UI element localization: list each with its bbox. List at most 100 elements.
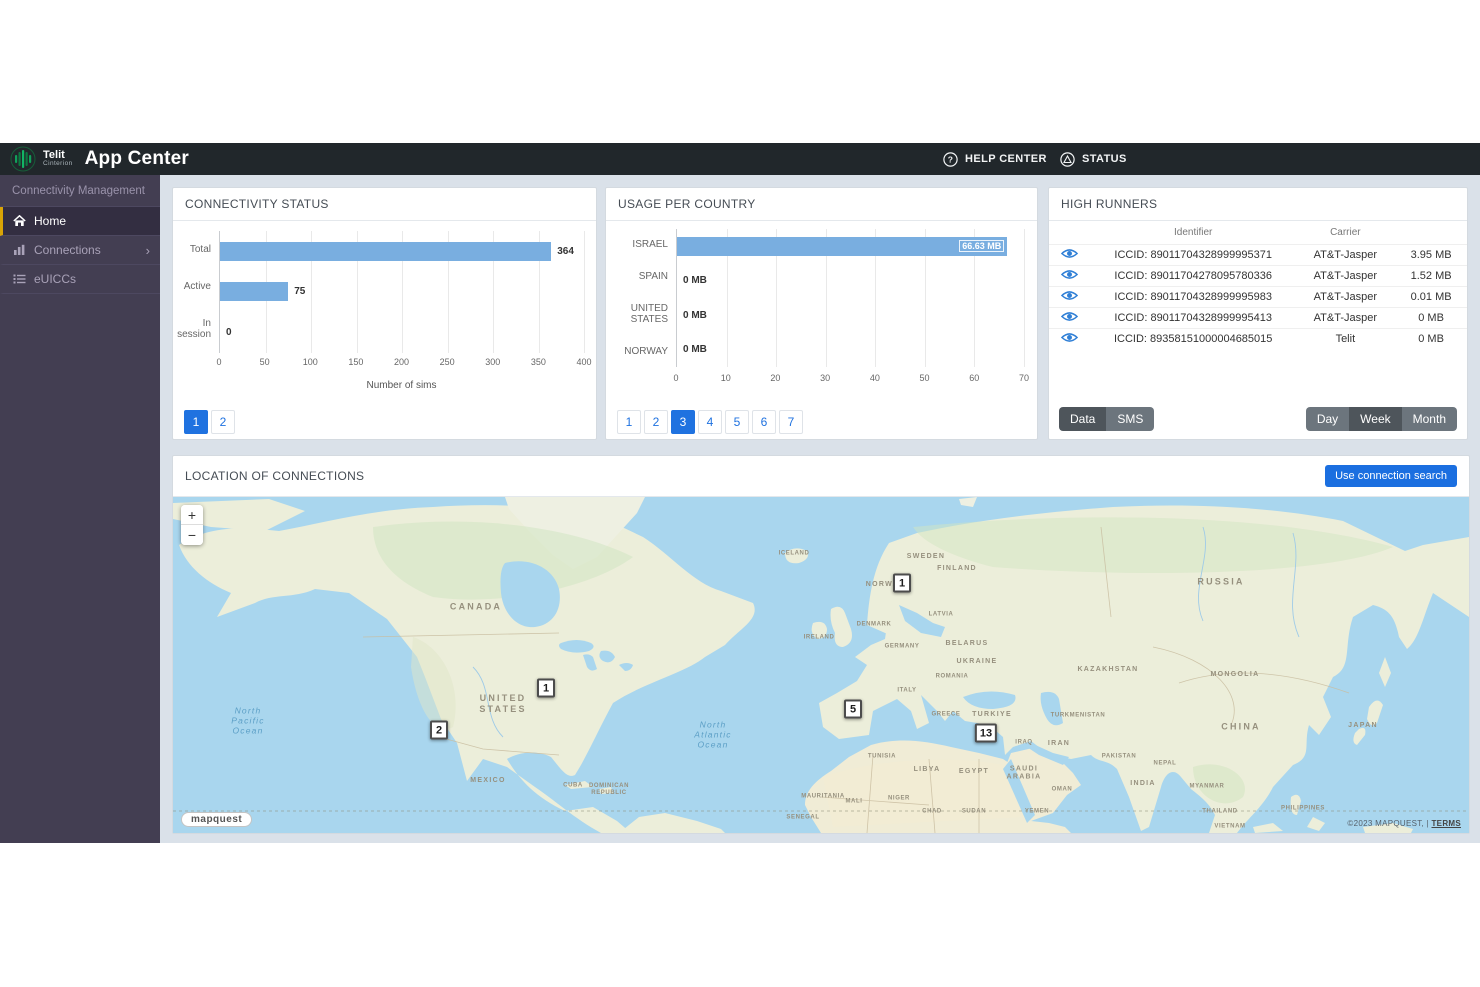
carrier: AT&T-Jasper bbox=[1296, 266, 1396, 287]
zoom-in-button[interactable]: + bbox=[181, 505, 203, 525]
app-window: Telit Cinterion App Center ? HELP CENTER… bbox=[0, 143, 1480, 843]
day-button[interactable]: Day bbox=[1306, 407, 1349, 431]
sidebar-item-label: eUICCs bbox=[34, 272, 76, 286]
bar-row: 0 MB bbox=[677, 306, 1024, 325]
map-cluster-marker[interactable]: 1 bbox=[893, 574, 911, 593]
page-button-1[interactable]: 1 bbox=[184, 410, 208, 434]
page-button-6[interactable]: 6 bbox=[752, 410, 776, 434]
x-axis-ticks: 050100150200250300350400 bbox=[219, 357, 584, 369]
category-label: UNITED STATES bbox=[606, 303, 676, 325]
data-button[interactable]: Data bbox=[1059, 407, 1106, 431]
x-tick-label: 10 bbox=[721, 373, 731, 383]
map-zoom-control: + − bbox=[181, 505, 203, 545]
sidebar-section-title: Connectivity Management bbox=[0, 175, 160, 207]
help-center-button[interactable]: ? HELP CENTER bbox=[943, 143, 1047, 175]
map-cluster-marker[interactable]: 1 bbox=[537, 679, 555, 698]
bar-row: 0 bbox=[220, 323, 584, 342]
category-label: NORWAY bbox=[606, 346, 676, 357]
view-details-eye-icon[interactable] bbox=[1061, 248, 1078, 259]
location-of-connections-panel: LOCATION OF CONNECTIONS Use connection s… bbox=[172, 455, 1470, 834]
page-button-4[interactable]: 4 bbox=[698, 410, 722, 434]
usage-per-country-pagination: 1234567 bbox=[606, 401, 1037, 443]
plot-area: 364 75 0 bbox=[219, 231, 584, 353]
high-runner-row: ICCID: 89011704328999995413AT&T-Jasper0 … bbox=[1049, 308, 1467, 329]
value: 0 MB bbox=[1395, 308, 1467, 329]
chevron-right-icon: › bbox=[146, 243, 150, 258]
zoom-out-button[interactable]: − bbox=[181, 525, 203, 545]
x-tick-label: 150 bbox=[348, 357, 363, 367]
page-button-3[interactable]: 3 bbox=[671, 410, 695, 434]
identifier: ICCID: 89011704278095780336 bbox=[1091, 266, 1296, 287]
month-button[interactable]: Month bbox=[1402, 407, 1457, 431]
column-header: Carrier bbox=[1296, 221, 1396, 245]
carrier: AT&T-Jasper bbox=[1296, 245, 1396, 266]
main-content: CONNECTIVITY STATUS TotalActiveIn sessio… bbox=[160, 175, 1480, 843]
plot-area: 66.63 MB0 MB0 MB0 MB bbox=[676, 229, 1024, 367]
x-tick-label: 70 bbox=[1019, 373, 1029, 383]
x-axis-title: Number of sims bbox=[219, 380, 584, 391]
high-runner-row: ICCID: 89011704278095780336AT&T-Jasper1.… bbox=[1049, 266, 1467, 287]
page-button-5[interactable]: 5 bbox=[725, 410, 749, 434]
sidebar: Connectivity Management Home Connections… bbox=[0, 175, 160, 843]
connectivity-status-panel: CONNECTIVITY STATUS TotalActiveIn sessio… bbox=[172, 187, 597, 440]
map-cluster-marker[interactable]: 2 bbox=[430, 721, 448, 740]
high-runners-footer: DataSMS DayWeekMonth bbox=[1049, 399, 1467, 439]
identifier: ICCID: 89011704328999995371 bbox=[1091, 245, 1296, 266]
category-axis: ISRAELSPAINUNITED STATESNORWAY bbox=[606, 229, 676, 367]
panel-title: LOCATION OF CONNECTIONS bbox=[185, 469, 364, 483]
map-cluster-marker[interactable]: 5 bbox=[844, 700, 862, 719]
page-button-2[interactable]: 2 bbox=[644, 410, 668, 434]
x-tick-label: 0 bbox=[216, 357, 221, 367]
telit-logo: Telit Cinterion bbox=[10, 146, 73, 172]
sidebar-item-euiccs[interactable]: eUICCs bbox=[0, 265, 160, 294]
view-details-eye-icon[interactable] bbox=[1061, 290, 1078, 301]
world-map[interactable]: + − mapquest ©2023 MAPQUEST, | TERMS Nor… bbox=[173, 497, 1469, 833]
page-button-2[interactable]: 2 bbox=[211, 410, 235, 434]
usage-per-country-chart: ISRAELSPAINUNITED STATESNORWAY 66.63 MB0… bbox=[606, 221, 1037, 401]
bar-row: 364 bbox=[220, 242, 584, 261]
bar: 66.63 MB bbox=[677, 237, 1007, 256]
terms-link[interactable]: TERMS bbox=[1432, 819, 1462, 828]
high-runner-row: ICCID: 89011704328999995371AT&T-Jasper3.… bbox=[1049, 245, 1467, 266]
mapquest-logo[interactable]: mapquest bbox=[181, 812, 252, 827]
view-details-eye-icon[interactable] bbox=[1061, 311, 1078, 322]
carrier: AT&T-Jasper bbox=[1296, 308, 1396, 329]
value-label: 75 bbox=[294, 286, 305, 297]
gridline bbox=[1024, 229, 1025, 367]
home-icon bbox=[13, 215, 26, 227]
top-bar: Telit Cinterion App Center ? HELP CENTER… bbox=[0, 143, 1480, 175]
attribution-text: ©2023 MAPQUEST, | bbox=[1347, 819, 1429, 828]
map-cluster-marker[interactable]: 13 bbox=[975, 724, 997, 743]
sidebar-item-home[interactable]: Home bbox=[0, 207, 160, 236]
day-week-month-toggle: DayWeekMonth bbox=[1306, 407, 1457, 431]
column-header bbox=[1049, 221, 1091, 245]
bar-row: 75 bbox=[220, 282, 584, 301]
high-runners-table: IdentifierCarrier ICCID: 890117043289999… bbox=[1049, 221, 1467, 350]
brand-secondary: Cinterion bbox=[43, 161, 73, 168]
panel-title: CONNECTIVITY STATUS bbox=[173, 188, 596, 221]
status-button[interactable]: STATUS bbox=[1060, 143, 1127, 175]
category-label: SPAIN bbox=[606, 271, 676, 282]
view-details-eye-icon[interactable] bbox=[1061, 332, 1078, 343]
panel-title: USAGE PER COUNTRY bbox=[606, 188, 1037, 221]
gridline bbox=[584, 231, 585, 353]
x-tick-label: 60 bbox=[969, 373, 979, 383]
sidebar-item-label: Connections bbox=[34, 243, 101, 257]
sms-button[interactable]: SMS bbox=[1106, 407, 1154, 431]
list-icon bbox=[13, 273, 26, 285]
high-runners-panel: HIGH RUNNERS IdentifierCarrier ICCID: 89… bbox=[1048, 187, 1468, 440]
sidebar-item-connections[interactable]: Connections › bbox=[0, 236, 160, 265]
category-axis: TotalActiveIn session bbox=[173, 231, 219, 353]
page-button-1[interactable]: 1 bbox=[617, 410, 641, 434]
x-tick-label: 400 bbox=[576, 357, 591, 367]
high-runner-row: ICCID: 89358151000004685015Telit0 MB bbox=[1049, 329, 1467, 350]
telit-logo-icon bbox=[10, 146, 36, 172]
bar bbox=[220, 242, 551, 261]
page-button-7[interactable]: 7 bbox=[779, 410, 803, 434]
view-details-eye-icon[interactable] bbox=[1061, 269, 1078, 280]
x-tick-label: 100 bbox=[303, 357, 318, 367]
panel-title: HIGH RUNNERS bbox=[1049, 188, 1467, 221]
bar-row: 0 MB bbox=[677, 340, 1024, 359]
use-connection-search-button[interactable]: Use connection search bbox=[1325, 465, 1457, 487]
week-button[interactable]: Week bbox=[1349, 407, 1401, 431]
